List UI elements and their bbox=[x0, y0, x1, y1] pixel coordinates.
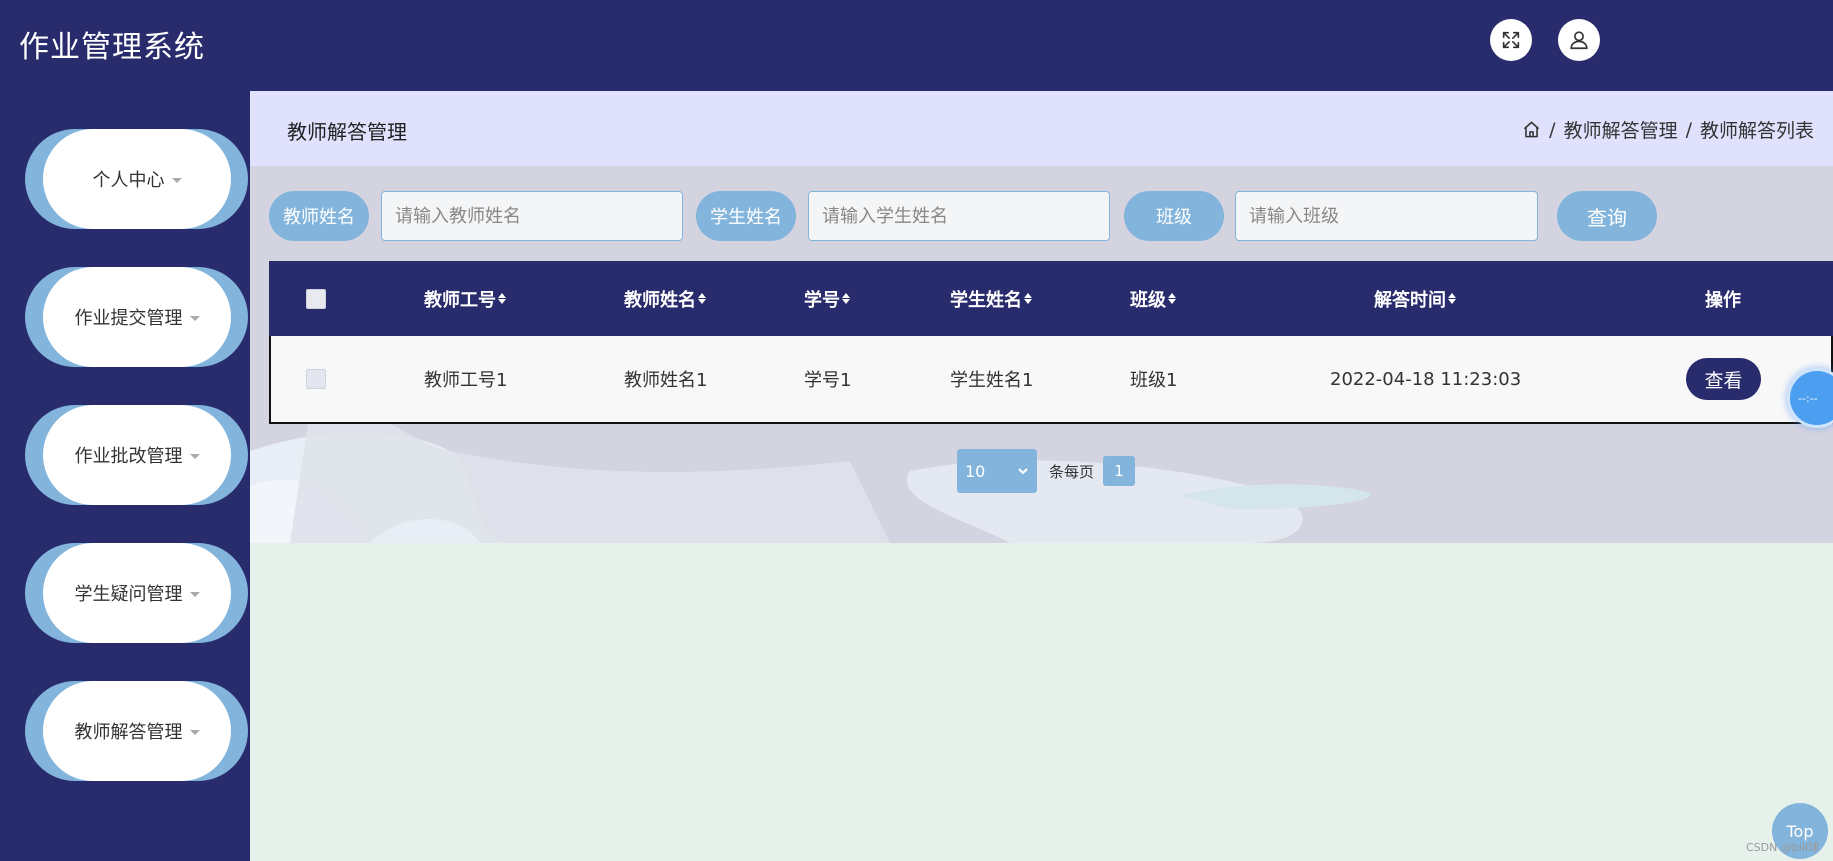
sidebar-item-label: 教师解答管理 bbox=[74, 722, 183, 743]
breadcrumb-item-current: 教师解答列表 bbox=[1699, 120, 1814, 142]
column-header-teacher-name[interactable]: 教师姓名 bbox=[624, 261, 706, 336]
sort-icon[interactable] bbox=[698, 293, 706, 304]
sidebar-item-homework-grading[interactable]: 作业批改管理 bbox=[25, 405, 248, 505]
select-all-cell bbox=[306, 261, 326, 336]
sidebar-item-student-questions[interactable]: 学生疑问管理 bbox=[25, 543, 248, 643]
page-title-bar: 教师解答管理 / 教师解答管理 / 教师解答列表 bbox=[250, 91, 1833, 166]
sidebar-item-label: 学生疑问管理 bbox=[74, 584, 183, 605]
sort-icon[interactable] bbox=[842, 293, 850, 304]
cell-answer-time: 2022-04-18 11:23:03 bbox=[1330, 368, 1522, 390]
cell-teacher-id: 教师工号1 bbox=[424, 370, 508, 391]
row-checkbox[interactable] bbox=[306, 369, 326, 389]
column-header-student-id[interactable]: 学号 bbox=[804, 261, 850, 336]
main-content: 教师解答管理 / 教师解答管理 / 教师解答列表 教师姓名 学生姓名 班级 查询 bbox=[250, 91, 1833, 861]
caret-down-icon bbox=[189, 315, 200, 321]
column-header-answer-time[interactable]: 解答时间 bbox=[1374, 261, 1456, 336]
answers-table: 教师工号 教师姓名 学号 学生姓名 班级 解答时间 操作 教师工号1 教师姓名1… bbox=[269, 261, 1833, 424]
user-button[interactable] bbox=[1558, 19, 1600, 61]
page-size-value: 10 bbox=[965, 461, 986, 481]
breadcrumb: / 教师解答管理 / 教师解答列表 bbox=[1522, 116, 1814, 143]
student-name-label: 学生姓名 bbox=[696, 191, 796, 241]
chevron-down-icon bbox=[1018, 468, 1028, 475]
query-button[interactable]: 查询 bbox=[1557, 191, 1657, 241]
fullscreen-button[interactable] bbox=[1490, 19, 1532, 61]
caret-down-icon bbox=[189, 729, 200, 735]
breadcrumb-item[interactable]: 教师解答管理 bbox=[1564, 116, 1678, 143]
class-label: 班级 bbox=[1124, 191, 1224, 241]
clock-text: --:-- bbox=[1798, 391, 1818, 405]
student-name-input[interactable] bbox=[808, 191, 1110, 241]
select-all-checkbox[interactable] bbox=[306, 288, 326, 309]
caret-down-icon bbox=[171, 177, 182, 183]
cell-student-id: 学号1 bbox=[804, 370, 852, 391]
cell-class: 班级1 bbox=[1130, 370, 1178, 391]
user-icon bbox=[1570, 31, 1588, 50]
sidebar-item-label: 作业批改管理 bbox=[74, 446, 183, 467]
table-header: 教师工号 教师姓名 学号 学生姓名 班级 解答时间 操作 bbox=[269, 261, 1833, 336]
table-row: 教师工号1 教师姓名1 学号1 学生姓名1 班级1 2022-04-18 11:… bbox=[269, 336, 1833, 424]
page-title: 教师解答管理 bbox=[287, 120, 407, 144]
sidebar: 个人中心 作业提交管理 作业批改管理 学生疑问管理 教师解答管理 bbox=[0, 91, 250, 861]
sort-icon[interactable] bbox=[1448, 293, 1456, 304]
content-panel: 教师解答管理 / 教师解答管理 / 教师解答列表 教师姓名 学生姓名 班级 查询 bbox=[250, 91, 1833, 543]
sort-icon[interactable] bbox=[1168, 293, 1176, 304]
row-select-cell bbox=[306, 336, 326, 422]
search-form: 教师姓名 学生姓名 班级 查询 bbox=[269, 191, 1829, 241]
teacher-name-label: 教师姓名 bbox=[269, 191, 369, 241]
cell-teacher-name: 教师姓名1 bbox=[624, 370, 708, 391]
sidebar-item-personal-center[interactable]: 个人中心 bbox=[25, 129, 248, 229]
column-header-class[interactable]: 班级 bbox=[1130, 261, 1176, 336]
expand-arrows-icon bbox=[1502, 31, 1520, 49]
pagination: 10 条每页 1 bbox=[957, 449, 1136, 493]
teacher-name-input[interactable] bbox=[381, 191, 683, 241]
sidebar-item-label: 作业提交管理 bbox=[74, 308, 183, 329]
top-bar: 作业管理系统 bbox=[0, 0, 1833, 91]
caret-down-icon bbox=[189, 591, 200, 597]
breadcrumb-separator: / bbox=[1549, 118, 1556, 141]
sidebar-item-teacher-answers[interactable]: 教师解答管理 bbox=[25, 681, 248, 781]
sidebar-item-homework-submit[interactable]: 作业提交管理 bbox=[25, 267, 248, 367]
class-input[interactable] bbox=[1235, 191, 1538, 241]
column-header-teacher-id[interactable]: 教师工号 bbox=[424, 261, 506, 336]
caret-down-icon bbox=[189, 453, 200, 459]
cell-actions: 查看 bbox=[1686, 336, 1761, 422]
sidebar-item-label: 个人中心 bbox=[92, 170, 165, 191]
breadcrumb-separator: / bbox=[1685, 118, 1692, 141]
home-icon[interactable] bbox=[1522, 120, 1541, 139]
view-button[interactable]: 查看 bbox=[1686, 358, 1761, 400]
column-header-actions: 操作 bbox=[1705, 289, 1741, 311]
page-size-select[interactable]: 10 bbox=[957, 449, 1037, 493]
per-page-label: 条每页 bbox=[1049, 462, 1095, 481]
app-title: 作业管理系统 bbox=[19, 30, 205, 65]
watermark: CSDN @bill球 bbox=[1745, 841, 1819, 854]
sort-icon[interactable] bbox=[498, 293, 506, 304]
cell-student-name: 学生姓名1 bbox=[950, 370, 1034, 391]
column-header-student-name[interactable]: 学生姓名 bbox=[950, 261, 1032, 336]
page-number-button[interactable]: 1 bbox=[1103, 456, 1136, 486]
sort-icon[interactable] bbox=[1024, 293, 1032, 304]
